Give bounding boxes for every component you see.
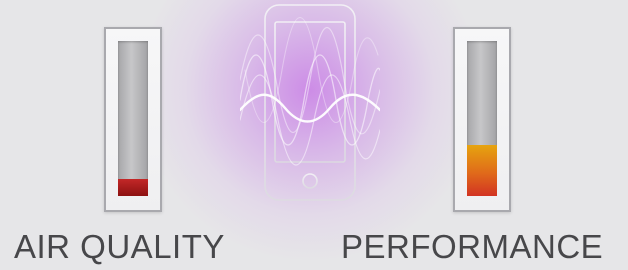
- air-quality-label: AIR QUALITY: [14, 228, 225, 265]
- smartphone-waveform-icon: [240, 4, 380, 201]
- waveform-lines: [240, 17, 380, 166]
- performance-meter: [453, 27, 511, 212]
- performance-label: PERFORMANCE: [341, 228, 604, 265]
- performance-meter-track: [467, 41, 497, 196]
- air-quality-meter: [104, 27, 162, 212]
- air-quality-meter-track: [118, 41, 148, 196]
- performance-meter-fill: [467, 144, 497, 196]
- air-quality-meter-fill: [118, 178, 148, 196]
